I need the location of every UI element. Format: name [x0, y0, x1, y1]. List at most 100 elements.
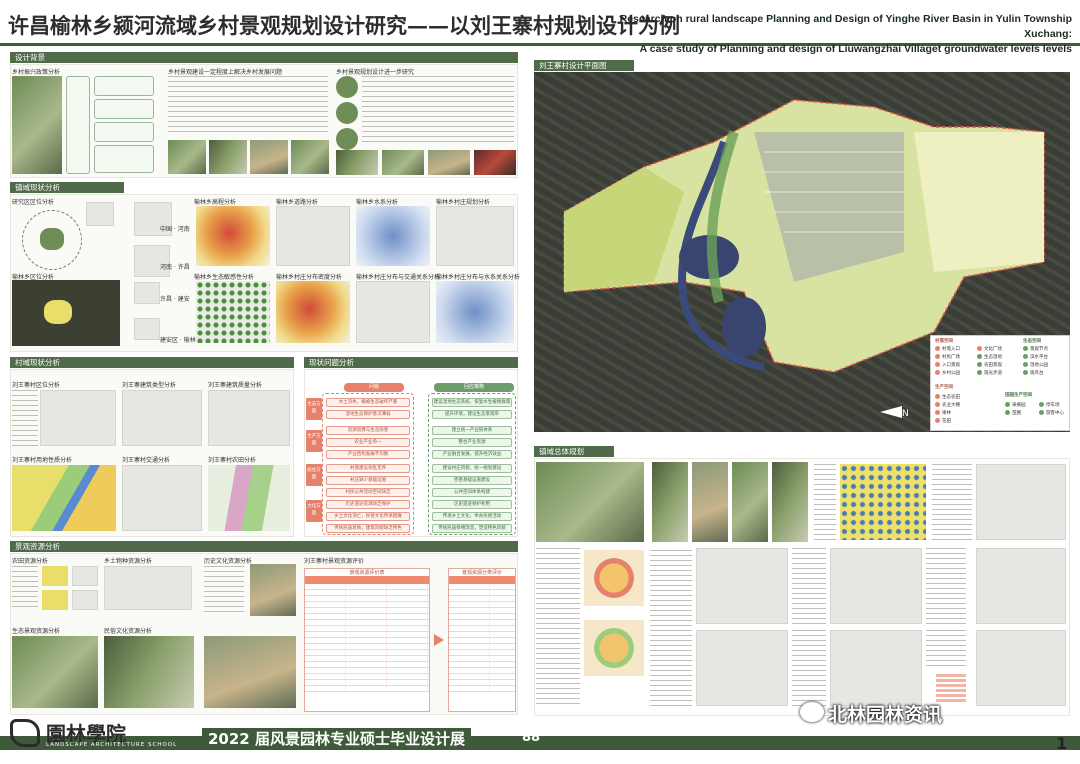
- strategy-item: 建设湿地生态系统，恢复水生植物群落: [432, 398, 512, 407]
- legend-item: 文化广场: [977, 346, 1002, 352]
- village-location-text: [12, 390, 38, 446]
- policy-category-column: [66, 76, 90, 174]
- species-diagram: [104, 566, 192, 610]
- town-photo-2: [692, 462, 728, 542]
- section-bar-area-status: 镇域现状分析: [10, 182, 124, 193]
- research-circle-3: [336, 128, 358, 150]
- density-map: [276, 281, 350, 343]
- area-sub-location: 研究区区位分析: [12, 199, 55, 206]
- strategy-item: 公共空间体系构建: [432, 488, 512, 497]
- evaluation-table-right-header: [449, 576, 515, 584]
- legend-item: 停车场: [1039, 402, 1060, 408]
- development-photo-1: [168, 140, 206, 174]
- town-circle-diagram-1: [584, 550, 644, 606]
- plan-legend: 村落空间 生态空间 生产空间 田园生产空间 村落入口 村民广场 入口景观 乡村公…: [930, 335, 1070, 431]
- area-sub-ecology: 榆林乡生态敏感性分析: [194, 274, 255, 281]
- resource-sub-history: 历史文化资源分析: [204, 558, 253, 565]
- svg-text:N: N: [902, 409, 909, 419]
- policy-text-box: [94, 76, 154, 96]
- town-map-6: [830, 630, 922, 706]
- evaluation-table-right: 景观资源分类评价: [448, 568, 516, 712]
- section-bar-background: 设计背景: [10, 52, 518, 63]
- north-arrow-icon: N: [880, 406, 909, 419]
- legend-title-ecology: 生态空间: [1023, 339, 1041, 344]
- farmland-chart-4: [72, 590, 98, 610]
- problem-item: 水土流失、植被生态破坏严重: [326, 398, 410, 407]
- research-photo-1: [336, 150, 378, 175]
- table-row: [305, 686, 429, 692]
- category-culture: 文化方面: [306, 500, 322, 522]
- development-photo-3: [250, 140, 288, 174]
- lake: [722, 297, 766, 357]
- background-sub-policy: 乡村振兴政策分析: [12, 69, 61, 76]
- legend-item: 乡村公园: [935, 370, 960, 376]
- town-aerial-photo: [536, 462, 644, 542]
- category-ecology: 生态方面: [306, 398, 322, 420]
- traffic-map: [122, 465, 202, 531]
- development-photo-2: [209, 140, 247, 174]
- xuchang-map: [134, 282, 160, 304]
- problems-column-header: 问题: [344, 383, 404, 392]
- building-type-map: [122, 390, 202, 446]
- evaluation-table-right-title: 景观资源分类评价: [461, 570, 502, 576]
- section-bar-master-plan: 刘王寨村设计平面图: [534, 60, 634, 71]
- farmland-text: [12, 566, 38, 610]
- legend-title-rural: 田园生产空间: [1005, 393, 1032, 398]
- background-sub-research: 乡村景观规划设计进一步研究: [336, 69, 415, 76]
- legend-item: 湿地公园: [1023, 362, 1048, 368]
- village-sub-location: 刘王寨村区位分析: [12, 382, 61, 389]
- school-logo-icon: [10, 719, 40, 747]
- farmland-field: [914, 132, 1044, 272]
- legend-item: 花田: [935, 418, 951, 424]
- evaluation-table-left-title: 景观资源评价表: [349, 570, 385, 576]
- strategy-item: 建立统一产业链体系: [432, 426, 512, 435]
- legend-title-village: 村落空间: [935, 339, 953, 344]
- problem-item: 村庄缺少基础设施: [326, 476, 410, 485]
- strategy-column-header: 回应策略: [434, 383, 514, 392]
- location-core: [40, 228, 64, 250]
- problem-item: 乡土文化消亡，民俗文化传承困难: [326, 512, 410, 521]
- town-text-5: [792, 548, 826, 624]
- legend-item: 入口景观: [935, 362, 960, 368]
- strategy-item: 历史遗迹保护利用: [432, 500, 512, 509]
- section-bar-problems: 现状问题分析: [304, 357, 518, 368]
- town-photo-4: [772, 462, 808, 542]
- location-map-small: [86, 202, 114, 226]
- research-circle-2: [336, 102, 358, 124]
- road-map: [276, 206, 350, 266]
- policy-text-box: [94, 99, 154, 119]
- legend-item: 村民广场: [935, 354, 960, 360]
- problem-item: 村落建设杂乱无序: [326, 464, 410, 473]
- policy-text-box: [94, 145, 154, 173]
- farmland-chart-3: [72, 566, 98, 586]
- legend-item: 观光步道: [977, 370, 1002, 376]
- legend-item: 苗圃: [1005, 410, 1021, 416]
- town-text-4: [650, 550, 692, 708]
- title-english: Research on rural landscape Planning and…: [602, 12, 1072, 57]
- town-text-7: [792, 630, 826, 706]
- research-photo-2: [382, 150, 424, 175]
- water-relation-map: [436, 281, 514, 343]
- legend-item: 观鸟台: [1023, 370, 1044, 376]
- legend-item: 生态农田: [935, 394, 960, 400]
- jianan-map: [134, 318, 160, 340]
- category-production: 生产方面: [306, 430, 322, 452]
- area-sub-village: 榆林乡村庄规划分析: [436, 199, 491, 206]
- strategy-item: 完善基础设施建设: [432, 476, 512, 485]
- legend-item: 采摘园: [1005, 402, 1026, 408]
- village-sub-land-use: 刘王寨村用地性质分析: [12, 457, 73, 464]
- section-bar-resources: 景观资源分析: [10, 541, 518, 552]
- road-relation-map: [356, 281, 430, 343]
- policy-photo: [12, 76, 62, 174]
- area-sub-water: 榆林乡水系分析: [356, 199, 399, 206]
- village-sub-building-quality: 刘王寨建筑质量分析: [208, 382, 263, 389]
- legend-item: 农业大棚: [935, 402, 960, 408]
- town-map-5: [696, 630, 788, 706]
- legend-item: 果林: [935, 410, 951, 416]
- section-bar-town-plan: 镇域总体规划: [534, 446, 614, 457]
- table-row: [449, 686, 515, 692]
- exhibition-title: 2022 届风景园林专业硕士毕业设计展: [202, 728, 471, 750]
- legend-item: 游客中心: [1039, 410, 1064, 416]
- legend-item: 生态湿地: [977, 354, 1002, 360]
- folk-photos: [104, 636, 194, 708]
